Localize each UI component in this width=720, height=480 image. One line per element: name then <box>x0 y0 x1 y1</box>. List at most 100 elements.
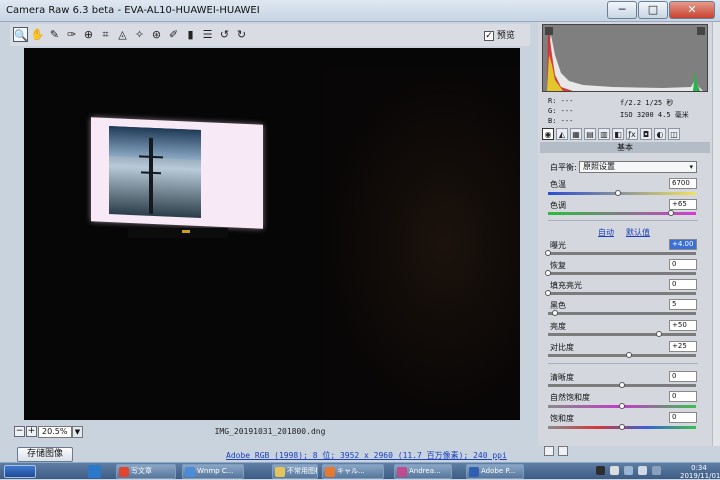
taskbar-app-photoshop[interactable]: Adobe P... <box>466 464 524 479</box>
vibrance-value[interactable]: 0 <box>669 391 697 402</box>
tray-arrow-icon[interactable] <box>610 466 619 475</box>
tray-app-icon[interactable] <box>596 466 605 475</box>
maximize-button[interactable]: □ <box>638 1 668 19</box>
hand-icon[interactable]: ✋ <box>30 27 45 42</box>
fill-light-slider[interactable] <box>545 290 696 296</box>
preview-checkbox[interactable]: ✓ <box>484 30 494 41</box>
brightness-thumb[interactable] <box>656 331 662 337</box>
contrast-slider[interactable] <box>548 352 696 358</box>
volume-icon[interactable] <box>638 466 647 475</box>
panel-tabs: ◉ ◭ ▦ ▤ ▥ ◧ ƒx ◘ ◐ ◫ <box>540 128 710 141</box>
clarity-label: 清晰度 <box>550 373 574 382</box>
fill-light-thumb[interactable] <box>545 290 551 296</box>
crop-icon[interactable]: ⌗ <box>98 27 113 42</box>
preview-toggle[interactable]: ✓ 预览 <box>484 28 515 41</box>
contrast-thumb[interactable] <box>626 352 633 358</box>
taskbar-clock[interactable]: 0:34 2019/11/01 <box>680 464 720 480</box>
tab-lens-corrections[interactable]: ◧ <box>612 128 624 140</box>
blacks-slider[interactable] <box>548 310 696 316</box>
save-image-button[interactable]: 存储图像 <box>17 447 73 462</box>
auto-link[interactable]: 自动 <box>598 227 614 238</box>
done-button[interactable] <box>544 446 554 456</box>
tower-mast <box>149 137 153 214</box>
wnmp-icon <box>185 467 195 477</box>
taskbar-app-browser[interactable]: 写文章 <box>116 464 176 479</box>
clarity-slider[interactable] <box>548 382 696 388</box>
tab-effects[interactable]: ƒx <box>626 128 638 140</box>
tab-tone-curve[interactable]: ◭ <box>556 128 568 140</box>
tab-camera-calibration[interactable]: ◘ <box>640 128 652 140</box>
clock-time: 0:34 <box>691 464 707 472</box>
white-balance-select[interactable]: 原照设置 ▾ <box>579 161 697 173</box>
workflow-options-link[interactable]: Adobe RGB (1998); 8 位; 3952 x 2960 (11.7… <box>226 450 507 461</box>
rotate-right-icon[interactable]: ↻ <box>234 27 249 42</box>
tint-value[interactable]: +65 <box>669 199 697 210</box>
tab-basic[interactable]: ◉ <box>542 128 554 140</box>
highlight-clipping-indicator[interactable] <box>697 27 705 35</box>
recovery-slider[interactable] <box>545 270 696 276</box>
temperature-label: 色温 <box>550 180 566 189</box>
tab-detail[interactable]: ▦ <box>570 128 582 140</box>
tab-hsl[interactable]: ▤ <box>584 128 596 140</box>
clarity-value[interactable]: 0 <box>669 371 697 382</box>
taskbar-app-folder[interactable]: 不常用图标 <box>272 464 318 479</box>
targeted-adjustment-icon[interactable]: ⊕ <box>81 27 96 42</box>
brightness-value[interactable]: +50 <box>669 320 697 331</box>
start-button[interactable] <box>4 465 36 478</box>
network-icon[interactable] <box>624 466 633 475</box>
graduated-filter-icon[interactable]: ▮ <box>183 27 198 42</box>
blacks-value[interactable]: 5 <box>669 299 697 310</box>
zoom-icon[interactable]: 🔍 <box>13 27 28 42</box>
fill-light-value[interactable]: 0 <box>669 279 697 290</box>
brightness-slider[interactable] <box>548 331 696 337</box>
panel-scrollbar[interactable] <box>712 22 720 446</box>
recovery-thumb[interactable] <box>545 270 551 276</box>
straighten-icon[interactable]: ◬ <box>115 27 130 42</box>
rotate-left-icon[interactable]: ↺ <box>217 27 232 42</box>
histogram-graph <box>547 29 703 91</box>
image-preview[interactable] <box>24 48 520 420</box>
preferences-icon[interactable]: ☰ <box>200 27 215 42</box>
temperature-slider[interactable] <box>548 190 696 196</box>
clarity-thumb[interactable] <box>619 382 625 388</box>
taskbar-app-firefox[interactable]: キャル... <box>322 464 384 479</box>
vibrance-thumb[interactable] <box>619 403 625 409</box>
ie-icon[interactable] <box>88 465 101 478</box>
fill-light-label: 填充亮光 <box>550 281 582 290</box>
spot-removal-icon[interactable]: ✧ <box>132 27 147 42</box>
toolbar: 🔍 ✋ ✎ ✑ ⊕ ⌗ ◬ ✧ ⊛ ✐ ▮ ☰ ↺ ↻ ✓ 预览 <box>10 24 530 46</box>
temperature-value[interactable]: 6700 <box>669 178 697 189</box>
exposure-value[interactable]: +4.00 <box>669 239 697 250</box>
saturation-value[interactable]: 0 <box>669 412 697 423</box>
red-eye-icon[interactable]: ⊛ <box>149 27 164 42</box>
rgb-readout: R: --- G: --- B: --- f/2.2 1/25 秒 ISO 32… <box>546 96 706 130</box>
exposure-thumb[interactable] <box>545 250 551 256</box>
blacks-thumb[interactable] <box>552 310 559 316</box>
photo-tower-image <box>109 126 201 219</box>
tint-slider[interactable] <box>548 210 696 216</box>
saturation-slider[interactable] <box>548 424 696 430</box>
tab-presets[interactable]: ◐ <box>654 128 666 140</box>
tint-thumb[interactable] <box>667 210 674 216</box>
temperature-thumb[interactable] <box>614 190 621 196</box>
chat-icon[interactable] <box>652 466 661 475</box>
minimize-button[interactable]: ─ <box>607 1 637 19</box>
recovery-value[interactable]: 0 <box>669 259 697 270</box>
saturation-thumb[interactable] <box>619 424 625 430</box>
shadow-clipping-indicator[interactable] <box>545 27 553 35</box>
close-button[interactable]: ✕ <box>669 1 715 19</box>
white-balance-value: 原照设置 <box>583 162 615 171</box>
tab-snapshots[interactable]: ◫ <box>668 128 680 140</box>
contrast-value[interactable]: +25 <box>669 341 697 352</box>
panel-title: 基本 <box>540 142 710 153</box>
adjustment-brush-icon[interactable]: ✐ <box>166 27 181 42</box>
vibrance-slider[interactable] <box>548 403 696 409</box>
color-sampler-icon[interactable]: ✑ <box>64 27 79 42</box>
white-balance-eyedropper-icon[interactable]: ✎ <box>47 27 62 42</box>
default-link[interactable]: 默认值 <box>626 227 650 238</box>
taskbar-app-wnmp[interactable]: Wnmp C... <box>182 464 244 479</box>
tab-split-toning[interactable]: ▥ <box>598 128 610 140</box>
exposure-slider[interactable] <box>545 250 696 256</box>
taskbar-app-andrea[interactable]: Andrea... <box>394 464 452 479</box>
cancel-button[interactable] <box>558 446 568 456</box>
